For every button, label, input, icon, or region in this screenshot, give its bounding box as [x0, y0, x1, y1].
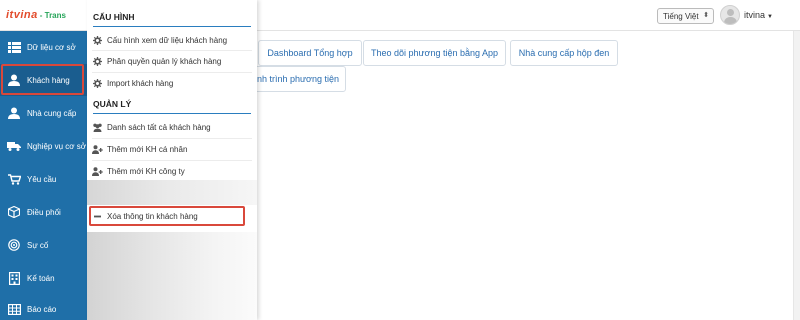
- menu-item-label: Phân quyền quản lý khách hàng: [107, 56, 222, 66]
- user-plus-icon: [92, 166, 103, 176]
- item-separator: [92, 160, 252, 161]
- highlight-khach-hang: [1, 64, 84, 95]
- sidebar-item-label: Dữ liệu cơ sở: [27, 42, 76, 52]
- menu-item-permission[interactable]: Phân quyền quản lý khách hàng: [92, 52, 252, 70]
- menu-item-add-company[interactable]: Thêm mới KH công ty: [92, 162, 252, 180]
- caret-down-icon: ▼: [767, 14, 773, 20]
- tab-track-app[interactable]: Theo dõi phương tiện bằng App: [363, 40, 506, 66]
- sidebar-item-su-co[interactable]: Sự cố: [0, 229, 87, 261]
- cube-icon: [5, 206, 23, 218]
- sidebar-item-nghiep-vu[interactable]: Nghiệp vụ cơ sở: [0, 130, 87, 162]
- khach-hang-dropdown-menu: CẤU HÌNH Cấu hình xem dữ liệu khách hàng…: [87, 0, 257, 320]
- sidebar-item-label: Nhà cung cấp: [27, 108, 77, 118]
- tab-label: Dashboard Tổng hợp: [267, 48, 353, 58]
- tab-itinerary[interactable]: nh trình phương tiện: [250, 66, 346, 92]
- tab-dashboard[interactable]: Dashboard Tổng hợp: [258, 40, 362, 66]
- sidebar-item-nha-cung-cap[interactable]: Nhà cung cấp: [0, 97, 87, 129]
- tab-label: Nhà cung cấp hộp đen: [518, 48, 610, 58]
- tab-blackbox-provider[interactable]: Nhà cung cấp hộp đen: [510, 40, 618, 66]
- section-divider: [93, 113, 251, 114]
- sidebar-item-yeu-cau[interactable]: Yêu cầu: [0, 163, 87, 195]
- gear-icon: [92, 56, 103, 66]
- user-avatar[interactable]: [720, 5, 740, 25]
- menu-item-label: Import khách hàng: [107, 78, 174, 88]
- sidebar-item-label: Sự cố: [27, 240, 49, 250]
- menu-item-label: Thêm mới KH công ty: [107, 166, 185, 176]
- gear-icon: [92, 78, 103, 88]
- select-arrows-icon: ⬍: [703, 12, 709, 19]
- menu-item-label: Thêm mới KH cá nhân: [107, 144, 188, 154]
- sidebar: Dữ liệu cơ sở Khách hàng Nhà cung cấp Ng…: [0, 31, 87, 320]
- sidebar-item-label: Điều phối: [27, 207, 61, 217]
- user-icon: [5, 107, 23, 119]
- user-plus-icon: [92, 144, 103, 154]
- item-separator: [92, 72, 252, 73]
- sidebar-item-dieu-phoi[interactable]: Điều phối: [0, 196, 87, 228]
- sidebar-item-label: Nghiệp vụ cơ sở: [27, 141, 86, 151]
- menu-item-import[interactable]: Import khách hàng: [92, 74, 252, 92]
- sidebar-item-bao-cao[interactable]: Báo cáo: [0, 293, 87, 320]
- blurred-region: [87, 232, 257, 320]
- language-value: Tiếng Việt: [663, 12, 699, 21]
- logo-brand: itvina: [6, 9, 38, 21]
- highlight-delete-customer: [89, 206, 245, 226]
- username-label: itvina: [744, 10, 766, 20]
- section-manage-title: QUẢN LÝ: [93, 99, 132, 109]
- menu-item-label: Danh sách tất cả khách hàng: [107, 122, 211, 132]
- menu-item-config-view[interactable]: Cấu hình xem dữ liệu khách hàng: [92, 31, 252, 49]
- menu-item-list-all[interactable]: Danh sách tất cả khách hàng: [92, 118, 252, 136]
- language-select[interactable]: Tiếng Việt ⬍: [657, 8, 714, 24]
- blurred-region: [87, 180, 257, 205]
- app-logo[interactable]: itvina - Trans: [6, 9, 86, 23]
- menu-item-add-individual[interactable]: Thêm mới KH cá nhân: [92, 140, 252, 158]
- sidebar-item-label: Kế toán: [27, 273, 55, 283]
- tab-label: nh trình phương tiện: [257, 74, 339, 84]
- sidebar-item-co-so[interactable]: Dữ liệu cơ sở: [0, 31, 87, 63]
- sidebar-item-label: Yêu cầu: [27, 174, 57, 184]
- tab-label: Theo dõi phương tiện bằng App: [370, 48, 499, 58]
- building-icon: [5, 271, 23, 285]
- table-icon: [5, 303, 23, 315]
- section-config-title: CẤU HÌNH: [93, 12, 135, 22]
- section-divider: [93, 26, 251, 27]
- menu-item-label: Cấu hình xem dữ liệu khách hàng: [107, 35, 228, 45]
- sidebar-item-label: Báo cáo: [27, 304, 57, 314]
- item-separator: [92, 50, 252, 51]
- item-separator: [92, 138, 252, 139]
- logo-suffix: - Trans: [39, 11, 66, 20]
- gear-icon: [92, 35, 103, 45]
- page-scrollbar[interactable]: [793, 31, 800, 320]
- sidebar-item-ke-toan[interactable]: Kế toán: [0, 262, 87, 294]
- bullseye-icon: [5, 239, 23, 251]
- cart-icon: [5, 173, 23, 185]
- list-icon: [5, 41, 23, 53]
- user-menu[interactable]: itvina ▼: [744, 10, 773, 20]
- truck-icon: [5, 141, 23, 151]
- users-icon: [92, 123, 103, 132]
